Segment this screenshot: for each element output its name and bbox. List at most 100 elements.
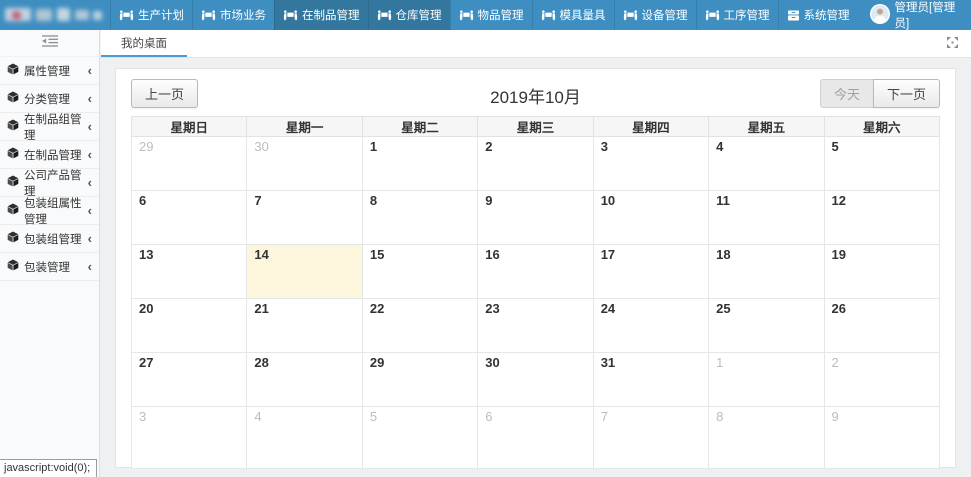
calendar-week-row: 20212223242526 — [132, 299, 940, 353]
tab-label: 我的桌面 — [121, 35, 167, 51]
calendar-day-cell[interactable]: 29 — [362, 353, 477, 407]
calendar-nav-group: 今天 下一页 — [820, 79, 940, 108]
nav-item-market-business[interactable]: 市场业务 — [192, 0, 274, 30]
nav-item-system[interactable]: 系统管理 — [778, 0, 858, 30]
calendar-day-cell[interactable]: 7 — [593, 407, 708, 469]
chevron-left-icon: ‹ — [88, 64, 92, 77]
calendar-day-cell[interactable]: 25 — [709, 299, 824, 353]
calendar-day-cell[interactable]: 13 — [132, 245, 247, 299]
calendar-day-cell[interactable]: 1 — [362, 137, 477, 191]
calendar-day-cell[interactable]: 31 — [593, 353, 708, 407]
sidebar-item-label: 在制品组管理 — [24, 111, 83, 143]
weekday-header: 星期六 — [824, 117, 939, 137]
sidebar-item-label: 分类管理 — [24, 91, 70, 107]
nav-item-process[interactable]: 工序管理 — [696, 0, 778, 30]
calendar-day-cell[interactable]: 1 — [709, 353, 824, 407]
sidebar-item-package-mgmt[interactable]: 包装管理 ‹ — [0, 253, 99, 281]
prev-page-button[interactable]: 上一页 — [131, 79, 198, 108]
calendar-week-row: 13141516171819 — [132, 245, 940, 299]
calendar-day-cell[interactable]: 30 — [247, 137, 362, 191]
calendar-day-cell[interactable]: 17 — [593, 245, 708, 299]
cube-icon — [7, 259, 19, 274]
nav-item-mold-gauge[interactable]: 模具量具 — [532, 0, 614, 30]
weekday-header: 星期三 — [478, 117, 593, 137]
sidebar-item-package-group-mgmt[interactable]: 包装组管理 ‹ — [0, 225, 99, 253]
calendar-day-cell[interactable]: 5 — [824, 137, 939, 191]
calendar-day-cell[interactable]: 12 — [824, 191, 939, 245]
people-carry-icon — [201, 10, 216, 21]
sidebar-item-attribute-mgmt[interactable]: 属性管理 ‹ — [0, 57, 99, 85]
calendar-week-row: 6789101112 — [132, 191, 940, 245]
nav-item-label: 仓库管理 — [396, 7, 442, 23]
weekday-header: 星期一 — [247, 117, 362, 137]
calendar-header: 上一页 2019年10月 今天 下一页 — [116, 69, 955, 116]
sidebar-item-package-group-attr-mgmt[interactable]: 包装组属性管理 ‹ — [0, 197, 99, 225]
calendar-day-cell[interactable]: 30 — [478, 353, 593, 407]
calendar-day-cell[interactable]: 8 — [362, 191, 477, 245]
calendar-day-cell[interactable]: 11 — [709, 191, 824, 245]
calendar-body: 2930123456789101112131415161718192021222… — [132, 137, 940, 469]
weekday-header: 星期四 — [593, 117, 708, 137]
calendar-day-cell[interactable]: 9 — [824, 407, 939, 469]
nav-item-warehouse[interactable]: 仓库管理 — [368, 0, 450, 30]
calendar-day-cell[interactable]: 27 — [132, 353, 247, 407]
calendar-table: 星期日 星期一 星期二 星期三 星期四 星期五 星期六 293012345678… — [131, 116, 940, 469]
weekday-header: 星期五 — [709, 117, 824, 137]
nav-item-equipment[interactable]: 设备管理 — [614, 0, 696, 30]
calendar-panel: 上一页 2019年10月 今天 下一页 星期日 星期一 星期二 星期三 星期四 … — [115, 68, 956, 468]
nav-item-goods[interactable]: 物品管理 — [450, 0, 532, 30]
calendar-day-cell[interactable]: 29 — [132, 137, 247, 191]
sidebar-item-company-product-mgmt[interactable]: 公司产品管理 ‹ — [0, 169, 99, 197]
today-button[interactable]: 今天 — [820, 79, 874, 108]
sidebar-item-category-mgmt[interactable]: 分类管理 ‹ — [0, 85, 99, 113]
nav-item-production-plan[interactable]: 生产计划 — [110, 0, 192, 30]
calendar-day-cell[interactable]: 7 — [247, 191, 362, 245]
calendar-day-cell[interactable]: 5 — [362, 407, 477, 469]
nav-item-label: 模具量具 — [560, 7, 606, 23]
calendar-day-cell[interactable]: 22 — [362, 299, 477, 353]
sidebar-collapse-button[interactable] — [0, 30, 99, 57]
people-carry-icon — [459, 10, 474, 21]
main-content: 我的桌面 上一页 2019年10月 今天 下一页 星期日 星期一 星期二 星期三… — [101, 30, 971, 477]
calendar-day-cell[interactable]: 21 — [247, 299, 362, 353]
cube-icon — [7, 175, 19, 190]
calendar-day-cell[interactable]: 6 — [132, 191, 247, 245]
calendar-day-cell[interactable]: 8 — [709, 407, 824, 469]
calendar-day-cell[interactable]: 4 — [709, 137, 824, 191]
chevron-left-icon: ‹ — [88, 148, 92, 161]
tab-my-desktop[interactable]: 我的桌面 — [101, 30, 187, 57]
calendar-day-cell[interactable]: 3 — [132, 407, 247, 469]
outdent-icon — [42, 34, 58, 52]
sidebar-item-wip-mgmt[interactable]: 在制品管理 ‹ — [0, 141, 99, 169]
nav-item-label: 工序管理 — [724, 7, 770, 23]
calendar-day-cell[interactable]: 23 — [478, 299, 593, 353]
calendar-day-cell[interactable]: 2 — [478, 137, 593, 191]
user-menu-button[interactable]: 管理员[管理员] — [858, 0, 971, 30]
calendar-day-cell[interactable]: 20 — [132, 299, 247, 353]
calendar-day-cell[interactable]: 28 — [247, 353, 362, 407]
archive-icon — [787, 10, 800, 21]
calendar-day-cell[interactable]: 19 — [824, 245, 939, 299]
calendar-day-cell[interactable]: 26 — [824, 299, 939, 353]
calendar-day-cell[interactable]: 6 — [478, 407, 593, 469]
people-carry-icon — [119, 10, 134, 21]
calendar-day-cell[interactable]: 4 — [247, 407, 362, 469]
calendar-day-cell[interactable]: 3 — [593, 137, 708, 191]
calendar-day-cell[interactable]: 9 — [478, 191, 593, 245]
weekday-header: 星期二 — [362, 117, 477, 137]
calendar-day-cell[interactable]: 14 — [247, 245, 362, 299]
calendar-day-cell[interactable]: 18 — [709, 245, 824, 299]
people-carry-icon — [705, 10, 720, 21]
calendar-day-cell[interactable]: 10 — [593, 191, 708, 245]
calendar-day-cell[interactable]: 2 — [824, 353, 939, 407]
sidebar-item-wip-group-mgmt[interactable]: 在制品组管理 ‹ — [0, 113, 99, 141]
nav-item-label: 物品管理 — [478, 7, 524, 23]
calendar-day-cell[interactable]: 16 — [478, 245, 593, 299]
next-page-button[interactable]: 下一页 — [873, 79, 940, 108]
calendar-day-cell[interactable]: 15 — [362, 245, 477, 299]
nav-item-wip-management[interactable]: 在制品管理 — [274, 0, 368, 30]
avatar — [870, 4, 890, 27]
expand-icon — [947, 35, 958, 53]
calendar-day-cell[interactable]: 24 — [593, 299, 708, 353]
fullscreen-button[interactable] — [934, 30, 971, 57]
